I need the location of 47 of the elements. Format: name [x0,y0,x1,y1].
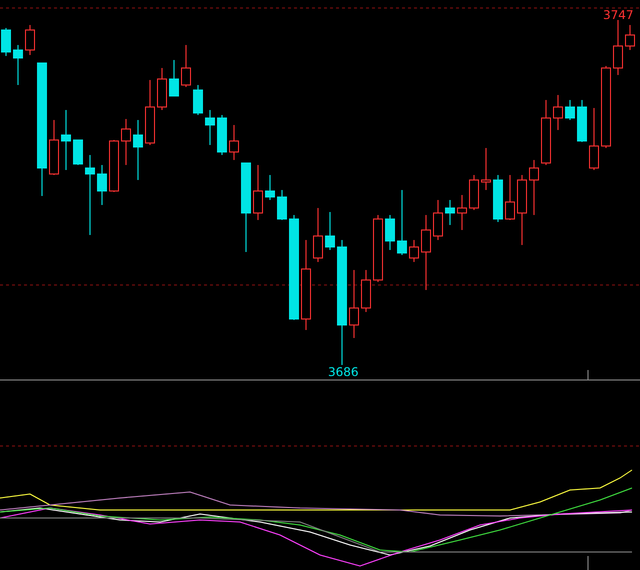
candlestick [445,200,455,226]
candlestick [193,84,203,116]
candlestick [145,80,155,146]
candlestick [73,140,83,166]
candlestick [529,160,539,216]
candlestick [265,174,275,200]
candlestick [325,212,335,250]
candlestick [157,68,167,110]
candlestick [49,120,59,176]
candlestick [361,270,371,312]
candlestick [253,164,263,220]
candlestick [61,110,71,170]
candlestick [169,60,179,96]
candlestick [313,208,323,262]
candlestick [109,140,119,192]
candlestick [625,24,635,50]
low-price-label: 3686 [328,366,359,378]
candlestick [217,114,227,156]
candlestick [13,44,23,86]
candlestick [493,174,503,222]
candlestick [577,100,587,142]
candlestick [589,108,599,170]
candlestick [553,94,563,130]
candlestick [205,110,215,146]
candlestick [565,100,575,120]
candlestick [433,200,443,240]
candlestick [133,120,143,180]
candlestick [457,194,467,230]
candlestick [97,164,107,206]
high-price-label: 3747 [603,9,634,21]
candlestick [409,240,419,262]
candlestick [229,124,239,160]
candlestick [121,118,131,166]
candlestick [517,174,527,246]
candlestick [181,44,191,88]
candlestick [397,190,407,256]
candlestick [481,148,491,190]
candlestick [373,214,383,282]
candlestick [505,174,515,220]
candlestick [613,20,623,76]
candlestick [385,214,395,250]
candlestick [541,100,551,166]
candlestick [277,190,287,220]
candlestick [1,28,11,56]
candlestick [349,270,359,338]
candlestick [25,24,35,56]
candlestick [469,174,479,210]
